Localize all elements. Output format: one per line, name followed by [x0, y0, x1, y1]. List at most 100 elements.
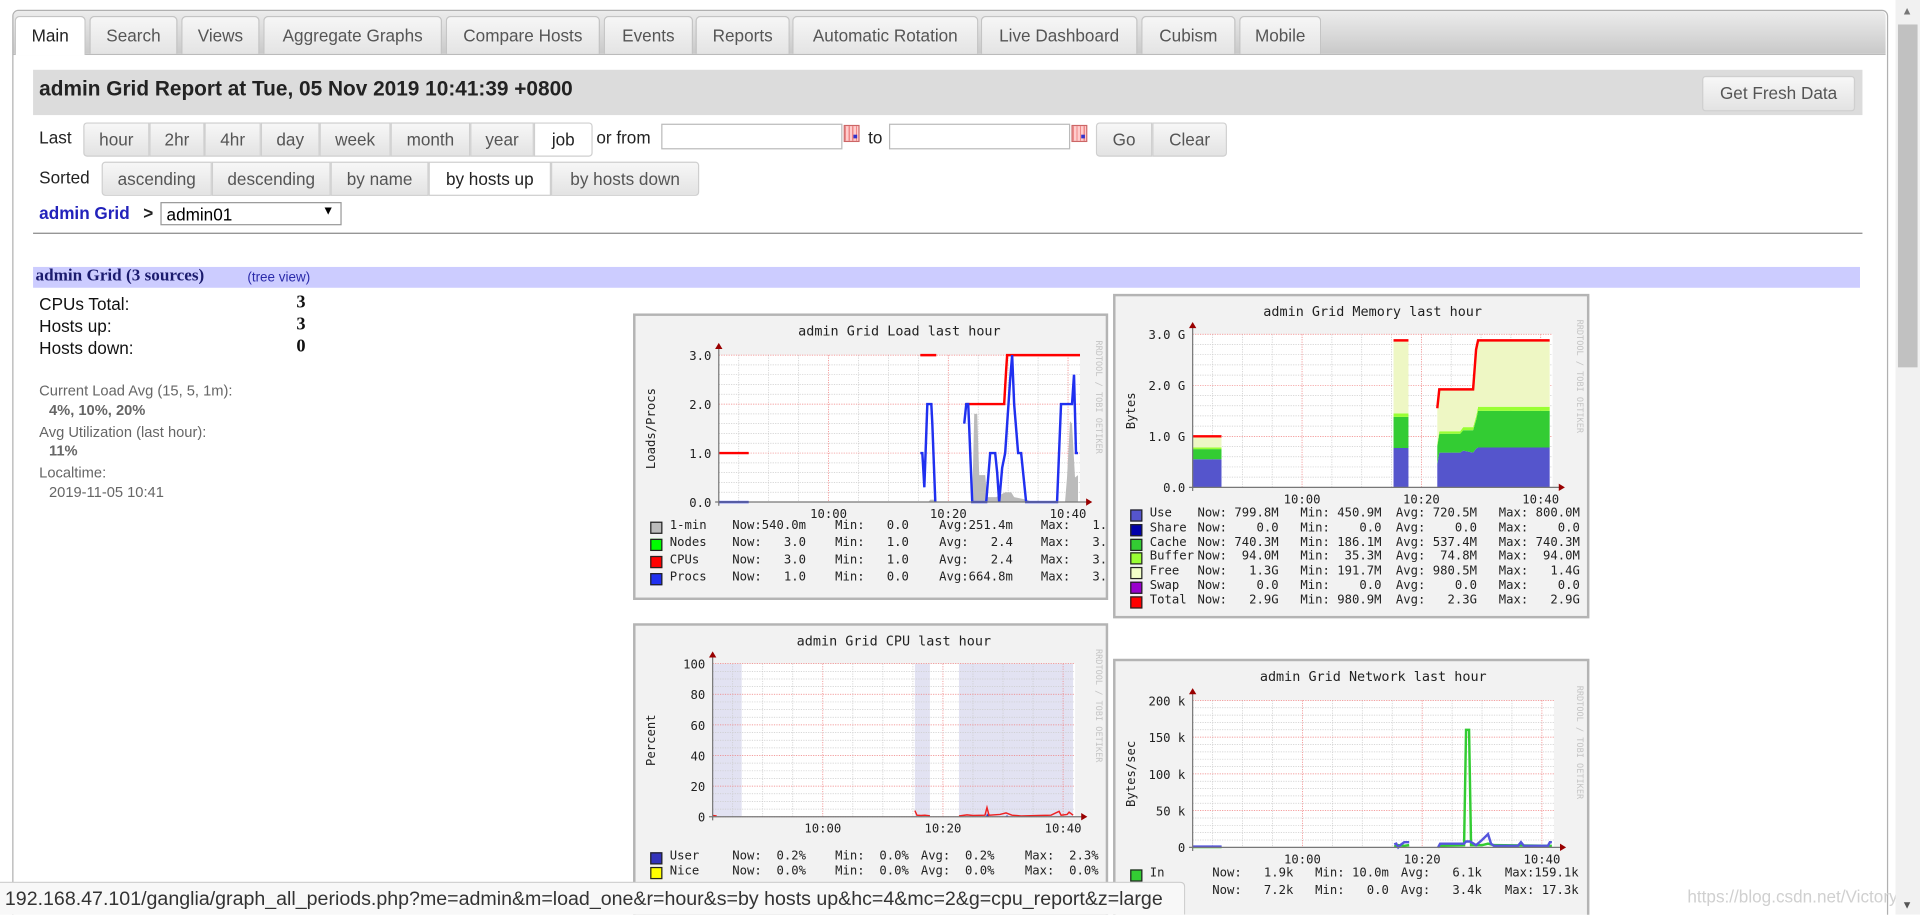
y-tick-label: 60 [691, 719, 706, 733]
series-use-area [1192, 459, 1222, 488]
x-tick-label: 10:40 [1523, 852, 1560, 866]
sort-label: Sorted [39, 167, 90, 188]
legend-min: Min: 980.9M [1300, 593, 1382, 608]
legend-max: Max: 740.3M [1498, 535, 1580, 550]
sort-descending-button[interactable]: descending [211, 161, 331, 196]
range-day-button[interactable]: day [260, 122, 320, 157]
legend-now: Now: 3.0 [732, 536, 806, 550]
range-job-button[interactable]: job [533, 122, 593, 157]
y-tick-label: 50 k [1156, 805, 1186, 819]
y-axis-arrow-icon [1188, 322, 1197, 329]
sort-by-name-button[interactable]: by name [330, 161, 429, 196]
calendar-icon[interactable] [1071, 124, 1088, 143]
network-graph[interactable]: admin Grid Network last hour Bytes/sec 0 50… [1113, 658, 1590, 915]
to-date-input[interactable] [888, 123, 1071, 150]
rrdtool-credit: RRDTOOL / TOBI OETIKER [1093, 340, 1103, 454]
legend-min: Min: 450.9M [1300, 506, 1382, 521]
go-button[interactable]: Go [1095, 122, 1153, 157]
legend-max: Max: 2.3% [1024, 849, 1099, 864]
tab-automatic-rotation[interactable]: Automatic Rotation [792, 15, 979, 54]
ganglia-page: Main Search Views Aggregate Graphs Compa… [0, 0, 1920, 915]
tab-views[interactable]: Views [181, 15, 260, 54]
x-tick-label: 10:00 [804, 822, 841, 836]
node-select[interactable]: admin01 ▼ [160, 202, 342, 226]
legend-swatch [650, 866, 663, 880]
legend-max: Max:159.1k [1504, 866, 1579, 881]
legend-name: Cache [1149, 535, 1187, 550]
tab-compare-hosts[interactable]: Compare Hosts [445, 15, 601, 54]
scroll-up-icon[interactable]: ▲ [1902, 5, 1913, 17]
legend-name: Buffer [1149, 550, 1195, 564]
page-title: admin Grid Report at Tue, 05 Nov 2019 10… [39, 77, 573, 101]
legend-now: Now: 799.8M [1197, 506, 1279, 521]
range-2hr-button[interactable]: 2hr [149, 122, 205, 157]
y-tick-label: 100 k [1148, 768, 1185, 782]
legend-name: Total [1149, 593, 1187, 608]
legend-avg: Avg: 537.4M [1395, 535, 1478, 550]
from-label: or from [596, 127, 651, 147]
load-graph[interactable]: admin Grid Load last hour Loads/Procs 0.0 1… [633, 313, 1109, 601]
legend-swatch [650, 573, 663, 586]
legend-name: Procs [669, 570, 707, 585]
y-tick-label: 0 [698, 811, 705, 825]
y-tick-label: 3.0 [689, 349, 711, 363]
sort-by-hosts-down-button[interactable]: by hosts down [551, 161, 700, 196]
tab-search[interactable]: Search [89, 15, 178, 54]
y-tick-label: 2.0 G [1148, 379, 1185, 393]
scrollbar-thumb[interactable] [1897, 24, 1918, 368]
y-tick-label: 1.0 G [1148, 430, 1185, 444]
legend-now: Now: 0.2% [732, 849, 806, 864]
hosts-up-value: 3 [296, 314, 306, 335]
breadcrumb-separator: > [143, 203, 154, 223]
legend-now: Now: 2.9G [1197, 593, 1279, 608]
range-hour-button[interactable]: hour [83, 122, 150, 157]
legend-max: Max: 0.0% [1024, 864, 1099, 878]
chart-title: admin Grid Memory last hour [1263, 305, 1482, 320]
get-fresh-data-button[interactable]: Get Fresh Data [1702, 75, 1856, 112]
legend-name: Nodes [669, 536, 707, 550]
chart-title: admin Grid CPU last hour [797, 634, 991, 649]
legend-avg: Avg: 2.4 [939, 553, 1013, 567]
status-bar-url: 192.168.47.101/ganglia/graph_all_periods… [0, 881, 1186, 915]
tree-view-link[interactable]: (tree view) [247, 271, 310, 286]
hosts-down-label: Hosts down: [39, 337, 134, 358]
legend-name: 1-min [669, 519, 707, 533]
legend-swatch [1130, 567, 1143, 580]
y-tick-label: 0.0 [689, 496, 711, 510]
range-month-button[interactable]: month [390, 122, 471, 157]
y-tick-label: 200 k [1148, 694, 1185, 708]
localtime-label: Localtime: [39, 464, 107, 482]
tab-mobile[interactable]: Mobile [1239, 15, 1322, 54]
range-year-button[interactable]: year [470, 122, 534, 157]
tab-aggregate-graphs[interactable]: Aggregate Graphs [263, 15, 443, 54]
from-date-input[interactable] [661, 123, 843, 150]
legend-min: Min: 1.0 [835, 553, 909, 567]
cpu-graph[interactable]: admin Grid CPU last hour Percent 0 20 40 60 80… [633, 623, 1109, 915]
sort-ascending-button[interactable]: ascending [101, 161, 212, 196]
legend-avg: Avg:251.4m [939, 519, 1013, 533]
grid-breadcrumb-link[interactable]: admin Grid [39, 203, 129, 223]
chart-title: admin Grid Load last hour [798, 325, 1001, 340]
legend-name: In [1149, 866, 1165, 881]
sort-by-hosts-up-button[interactable]: by hosts up [428, 161, 552, 196]
avg-utilization-label: Avg Utilization (last hour): [39, 423, 207, 441]
hosts-down-value: 0 [296, 336, 306, 357]
tab-main[interactable]: Main [14, 15, 86, 56]
calendar-icon[interactable] [843, 124, 860, 143]
tab-events[interactable]: Events [603, 15, 694, 54]
tab-cubism[interactable]: Cubism [1141, 15, 1236, 54]
legend-avg: Avg: 2.3G [1395, 593, 1478, 608]
tab-reports[interactable]: Reports [695, 15, 790, 54]
y-tick-label: 20 [691, 780, 706, 794]
range-week-button[interactable]: week [319, 122, 391, 157]
memory-graph[interactable]: admin Grid Memory last hour Bytes 0.0 1.0 G… [1113, 293, 1590, 619]
legend-swatch [1130, 596, 1143, 609]
legend-swatch [1130, 552, 1143, 565]
localtime-value: 2019-11-05 10:41 [48, 483, 164, 501]
legend-swatch [1130, 523, 1143, 537]
legend-now: Now: 7.2k [1212, 884, 1294, 898]
clear-button[interactable]: Clear [1152, 122, 1227, 157]
range-4hr-button[interactable]: 4hr [204, 122, 261, 157]
scroll-down-icon[interactable]: ▼ [1902, 899, 1913, 911]
tab-live-dashboard[interactable]: Live Dashboard [980, 15, 1138, 54]
